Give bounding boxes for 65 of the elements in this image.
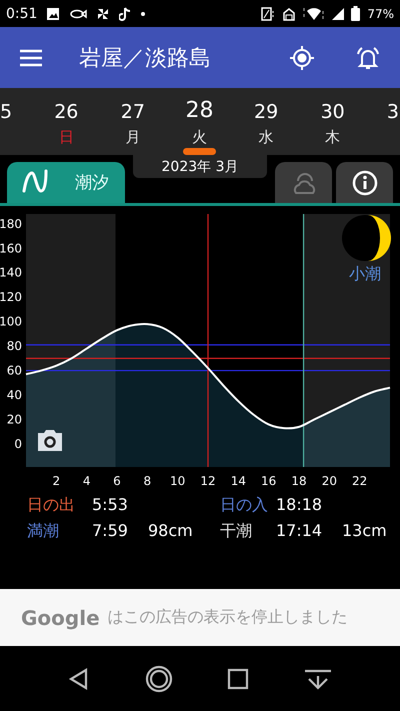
day-item[interactable]: 30 木 bbox=[299, 88, 366, 155]
clock-time: 0:51 bbox=[6, 6, 38, 22]
day-item[interactable]: 5 bbox=[0, 88, 33, 155]
alarm-bell-icon[interactable] bbox=[355, 44, 381, 70]
y-tick-label: 100 bbox=[0, 314, 22, 329]
month-label: 2023年 3月 bbox=[133, 155, 267, 178]
tab[interactable] bbox=[336, 162, 393, 203]
day-item[interactable]: 26 日 bbox=[33, 88, 100, 155]
home-icon[interactable] bbox=[145, 665, 173, 693]
day-item[interactable]: 3 bbox=[366, 88, 399, 155]
wifi-icon bbox=[303, 6, 326, 20]
event-label: 日の出 bbox=[27, 494, 76, 516]
day-item[interactable]: 28 火 bbox=[166, 88, 233, 155]
x-tick-label: 8 bbox=[144, 474, 152, 488]
x-tick-label: 2 bbox=[52, 474, 60, 488]
y-tick-label: 160 bbox=[0, 241, 22, 256]
battery-level: 77% bbox=[367, 6, 394, 20]
pinwheel-icon bbox=[96, 6, 110, 20]
event-time: 5:53 bbox=[92, 494, 129, 516]
tab[interactable]: 潮汐 bbox=[7, 162, 125, 203]
y-tick-label: 80 bbox=[6, 339, 22, 354]
hide-keyboard-icon[interactable] bbox=[303, 668, 333, 690]
day-item[interactable]: 29 水 bbox=[232, 88, 300, 155]
house-icon bbox=[282, 6, 296, 20]
y-tick-label: 180 bbox=[0, 216, 22, 231]
ad-message: はこの広告の表示を停止しました bbox=[108, 607, 348, 628]
y-tick-label: 20 bbox=[6, 412, 22, 427]
image-icon bbox=[46, 6, 60, 20]
recent-apps-icon[interactable] bbox=[227, 668, 249, 690]
x-tick-label: 4 bbox=[82, 474, 90, 488]
ad-brand: Google bbox=[21, 606, 100, 630]
x-tick-label: 20 bbox=[322, 474, 337, 488]
signal-icon bbox=[332, 8, 344, 20]
half-moon-icon bbox=[342, 215, 391, 261]
battery-icon bbox=[351, 6, 360, 21]
x-tick-label: 12 bbox=[200, 474, 216, 488]
y-tick-label: 40 bbox=[6, 388, 22, 402]
y-tick-label: 140 bbox=[0, 266, 22, 280]
x-tick-label: 6 bbox=[113, 474, 121, 488]
event-label: 日の入 bbox=[220, 494, 269, 516]
moon-phase-label: 小潮 bbox=[349, 264, 381, 283]
event-time: 18:18 bbox=[276, 494, 324, 516]
menu-icon[interactable] bbox=[19, 48, 43, 66]
event-label: 干潮 bbox=[220, 520, 253, 542]
y-tick-label: 0 bbox=[14, 436, 22, 451]
location-title: 岩屋／淡路島 bbox=[79, 44, 211, 72]
info-icon bbox=[350, 168, 378, 196]
camera-icon[interactable] bbox=[38, 430, 62, 451]
y-tick-label: 60 bbox=[6, 364, 22, 378]
x-tick-label: 10 bbox=[170, 474, 186, 488]
x-tick-label: 14 bbox=[230, 474, 246, 488]
music-note-icon bbox=[119, 6, 132, 20]
day-item[interactable]: 27 月 bbox=[100, 88, 166, 155]
x-tick-label: 18 bbox=[291, 474, 307, 488]
x-tick-label: 16 bbox=[261, 474, 276, 488]
x-tick-label: 22 bbox=[352, 474, 368, 488]
event-time: 7:59 bbox=[92, 520, 129, 542]
tide-height: 98cm bbox=[148, 520, 194, 542]
tide-height: 13cm bbox=[342, 520, 388, 542]
event-label: 満潮 bbox=[27, 520, 60, 542]
event-time: 17:14 bbox=[276, 520, 324, 542]
locate-icon[interactable] bbox=[289, 44, 315, 70]
fish-icon bbox=[69, 8, 88, 20]
y-tick-label: 120 bbox=[0, 290, 22, 304]
dot-icon bbox=[140, 10, 146, 16]
